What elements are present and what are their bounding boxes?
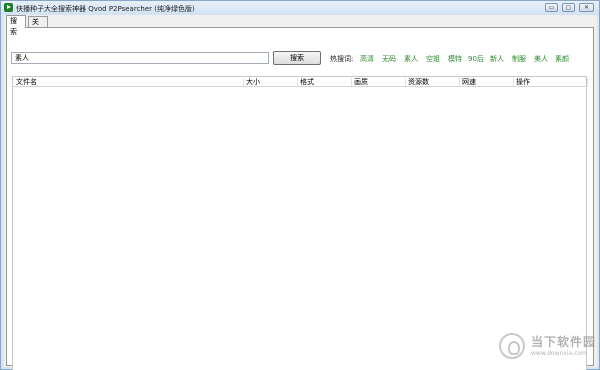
- column-header-filename[interactable]: 文件名: [16, 78, 37, 86]
- search-input[interactable]: [11, 52, 269, 64]
- column-divider[interactable]: [297, 78, 298, 86]
- hot-words-label: 热搜词:: [330, 55, 354, 63]
- column-header-quality[interactable]: 画质: [354, 78, 368, 86]
- app-play-icon: [4, 3, 13, 12]
- hot-word-link[interactable]: 美人: [534, 54, 548, 64]
- hot-word-link[interactable]: 制服: [512, 54, 526, 64]
- column-header-size[interactable]: 大小: [246, 78, 260, 86]
- watermark-url: www.downxia.com: [531, 350, 587, 357]
- hot-word-link[interactable]: 新人: [490, 54, 504, 64]
- close-button[interactable]: ✕: [579, 3, 594, 12]
- downxia-logo-icon: [499, 333, 525, 359]
- tab-search[interactable]: 搜索: [6, 15, 26, 36]
- search-panel: 搜索 热搜词: 高清 无码 素人 空姐 模特 90后 新人 制服 美人 素颜 文…: [6, 27, 594, 370]
- column-header-speed[interactable]: 网速: [462, 78, 476, 86]
- column-header-sources[interactable]: 资源数: [408, 78, 429, 86]
- hot-word-link[interactable]: 模特: [448, 54, 462, 64]
- client-area: 搜索 关于 搜索 热搜词: 高清 无码 素人 空姐 模特 90后 新人 制服 美…: [4, 15, 597, 370]
- column-header-action[interactable]: 操作: [516, 78, 530, 86]
- results-table[interactable]: 文件名 大小 格式 画质 资源数 网速 操作: [12, 76, 588, 370]
- hot-word-link[interactable]: 无码: [382, 54, 396, 64]
- hot-word-link[interactable]: 高清: [360, 54, 374, 64]
- hot-word-link[interactable]: 90后: [468, 54, 484, 64]
- minimize-button[interactable]: ▭: [545, 3, 558, 12]
- search-button[interactable]: 搜索: [273, 51, 321, 65]
- hot-word-link[interactable]: 空姐: [426, 54, 440, 64]
- column-divider[interactable]: [243, 78, 244, 86]
- column-divider[interactable]: [405, 78, 406, 86]
- table-header: 文件名 大小 格式 画质 资源数 网速 操作: [13, 77, 588, 87]
- hot-word-link[interactable]: 素人: [404, 54, 418, 64]
- app-window: 快播种子大全搜索神器 Qvod P2Psearcher (纯净绿色版) ▭ ▢ …: [0, 0, 600, 370]
- column-divider[interactable]: [587, 78, 588, 86]
- hot-word-link[interactable]: 素颜: [555, 54, 569, 64]
- restore-button[interactable]: ▢: [562, 3, 575, 12]
- column-header-format[interactable]: 格式: [300, 78, 314, 86]
- column-divider[interactable]: [459, 78, 460, 86]
- column-divider[interactable]: [351, 78, 352, 86]
- title-bar[interactable]: 快播种子大全搜索神器 Qvod P2Psearcher (纯净绿色版) ▭ ▢ …: [1, 1, 599, 15]
- column-divider[interactable]: [513, 78, 514, 86]
- watermark-name: 当下软件园: [531, 335, 597, 349]
- window-title: 快播种子大全搜索神器 Qvod P2Psearcher (纯净绿色版): [16, 5, 195, 13]
- watermark: 当下软件园 www.downxia.com: [497, 331, 597, 361]
